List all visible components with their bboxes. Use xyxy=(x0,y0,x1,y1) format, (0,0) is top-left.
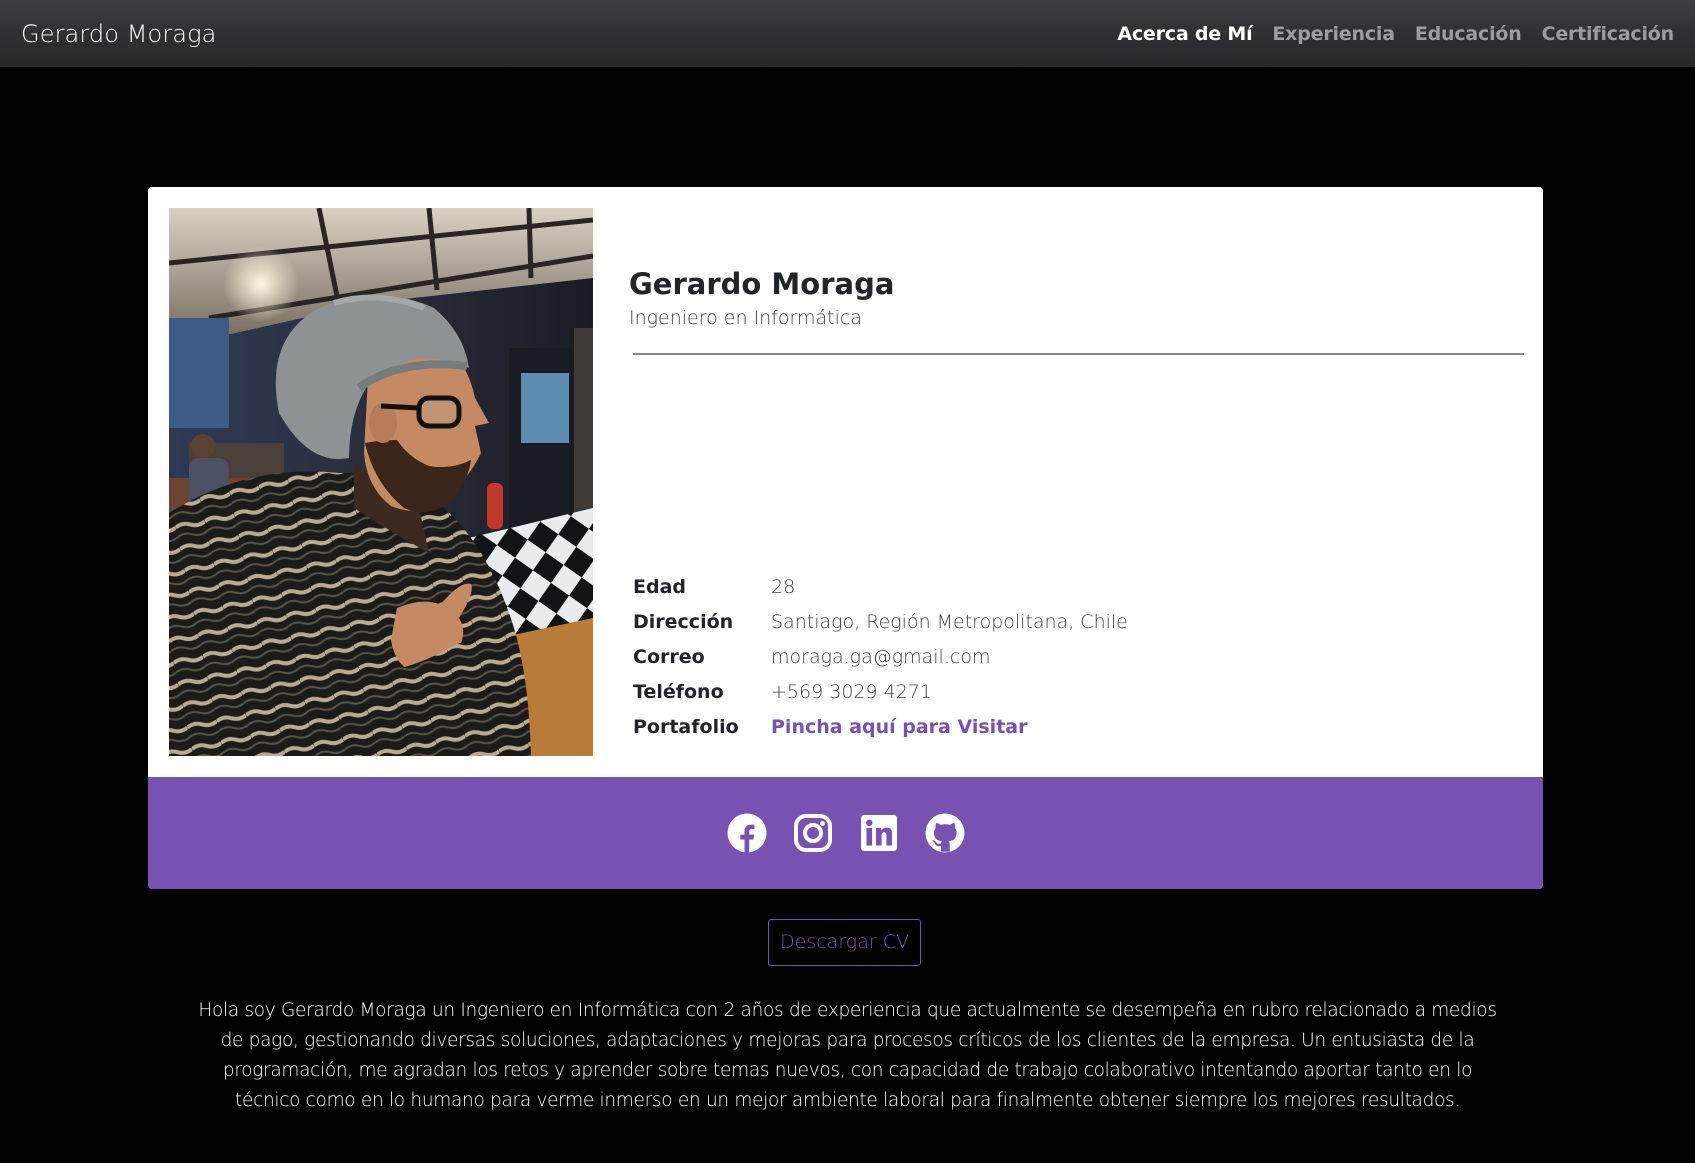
profile-divider xyxy=(633,353,1524,355)
detail-value: +569 3029 4271 xyxy=(771,681,932,703)
detail-label: Portafolio xyxy=(633,716,739,738)
brand-link[interactable]: Gerardo Moraga xyxy=(21,20,216,48)
detail-label: Teléfono xyxy=(633,681,724,703)
social-bar xyxy=(148,777,1543,889)
nav-link-educacion[interactable]: Educación xyxy=(1415,23,1522,45)
profile-title: Ingeniero en Informática xyxy=(629,307,862,329)
bio-paragraph: Hola soy Gerardo Moraga un Ingeniero en … xyxy=(198,1000,1497,1111)
instagram-icon[interactable] xyxy=(793,813,833,853)
detail-label: Dirección xyxy=(633,611,734,633)
download-cv-button[interactable]: Descargar CV xyxy=(768,919,921,966)
portfolio-link[interactable]: Pincha aquí para Visitar xyxy=(771,712,1027,742)
github-icon[interactable] xyxy=(925,813,965,853)
nav-links: Acerca de Mí Experiencia Educación Certi… xyxy=(1117,23,1674,45)
nav-link-experiencia[interactable]: Experiencia xyxy=(1272,23,1395,45)
facebook-icon[interactable] xyxy=(727,813,767,853)
nav-link-certificacion[interactable]: Certificación xyxy=(1542,23,1675,45)
detail-label: Correo xyxy=(633,646,705,668)
detail-value: Santiago, Región Metropolitana, Chile xyxy=(771,611,1128,633)
profile-card: Gerardo Moraga Ingeniero en Informática … xyxy=(148,187,1543,889)
detail-value: moraga.ga@gmail.com xyxy=(771,646,991,668)
detail-value: 28 xyxy=(771,576,796,598)
navbar: Gerardo Moraga Acerca de Mí Experiencia … xyxy=(0,0,1695,67)
nav-link-acerca-de-mi[interactable]: Acerca de Mí xyxy=(1117,23,1252,45)
profile-name: Gerardo Moraga xyxy=(629,267,895,301)
linkedin-icon[interactable] xyxy=(859,813,899,853)
profile-card-body: Gerardo Moraga Ingeniero en Informática … xyxy=(148,187,1543,777)
detail-label: Edad xyxy=(633,576,687,598)
profile-photo xyxy=(169,208,593,756)
